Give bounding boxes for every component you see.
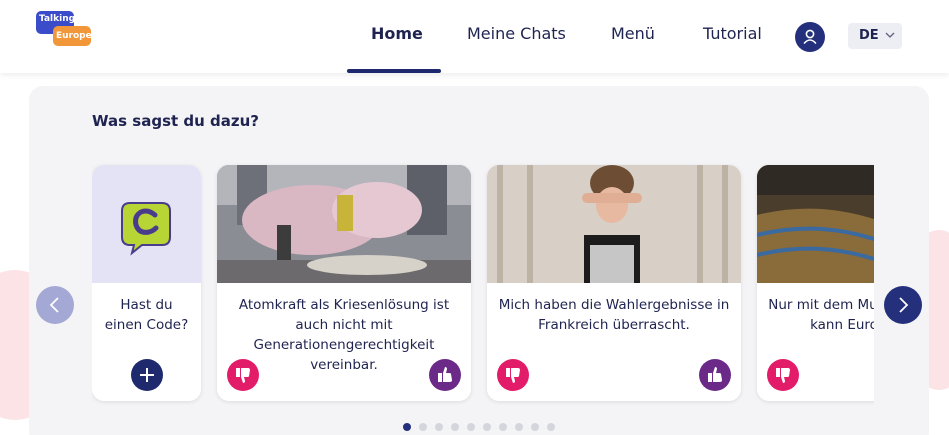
pagination-dot[interactable] [419, 423, 427, 431]
pagination-dot[interactable] [403, 423, 411, 431]
header: Talking Europe Home Meine Chats Menü Tut… [0, 0, 949, 73]
pagination-dot[interactable] [435, 423, 443, 431]
pagination-dot[interactable] [515, 423, 523, 431]
pagination-dot[interactable] [467, 423, 475, 431]
thumbs-up-button[interactable] [429, 359, 461, 391]
plus-icon [140, 368, 154, 382]
thumbs-down-button[interactable] [497, 359, 529, 391]
code-card-label: Hast du einen Code? [104, 297, 189, 333]
chat-c-icon [121, 202, 171, 256]
code-card[interactable]: Hast du einen Code? [92, 165, 201, 401]
protest-photo [217, 165, 471, 283]
pagination-dot[interactable] [451, 423, 459, 431]
section-title: Was sagst du dazu? [92, 112, 259, 130]
carousel: Hast du einen Code? Atomkraft als Kriese… [92, 160, 874, 410]
carousel-pagination [403, 423, 555, 431]
statement-card[interactable]: Nur mit dem Mut zur Veränderung kann Eur… [757, 165, 874, 401]
thumbs-down-icon [776, 368, 790, 383]
pagination-dot[interactable] [483, 423, 491, 431]
carousel-next-button[interactable] [884, 286, 922, 324]
chevron-down-icon [885, 32, 895, 38]
language-select[interactable]: DE [848, 23, 902, 49]
user-account-button[interactable] [795, 22, 825, 52]
code-card-header [92, 165, 201, 283]
thumbs-up-icon [708, 367, 722, 382]
statement-card[interactable]: Atomkraft als Kriesenlösung ist auch nic… [217, 165, 471, 401]
pagination-dot[interactable] [499, 423, 507, 431]
nav-menu[interactable]: Menü [611, 24, 655, 43]
thumbs-down-icon [506, 368, 520, 383]
thumbs-up-icon [438, 367, 452, 382]
thumbs-up-button[interactable] [699, 359, 731, 391]
statement-card[interactable]: Mich haben die Wahlergebnisse in Frankre… [487, 165, 741, 401]
nav-home[interactable]: Home [371, 24, 423, 43]
add-code-button[interactable] [131, 359, 163, 391]
statement-text: Mich haben die Wahlergebnisse in Frankre… [498, 297, 730, 333]
surprised-woman-photo [487, 165, 741, 283]
pagination-dot[interactable] [531, 423, 539, 431]
chevron-left-icon [49, 297, 59, 313]
nav-tutorial[interactable]: Tutorial [703, 24, 762, 43]
nav-my-chats[interactable]: Meine Chats [467, 24, 566, 43]
thumbs-down-icon [236, 368, 250, 383]
user-icon [803, 29, 817, 44]
carousel-prev-button[interactable] [36, 286, 74, 324]
chevron-right-icon [899, 297, 909, 313]
nav-active-indicator [347, 69, 441, 73]
statement-text: Nur mit dem Mut zur Veränderung kann Eur… [768, 297, 874, 333]
language-value: DE [859, 28, 879, 43]
thumbs-down-button[interactable] [767, 359, 799, 391]
thumbs-down-button[interactable] [227, 359, 259, 391]
pagination-dot[interactable] [547, 423, 555, 431]
statement-text: Atomkraft als Kriesenlösung ist auch nic… [238, 297, 450, 373]
parliament-photo [757, 165, 874, 283]
logo-text-europe: Europe [53, 26, 92, 46]
talking-europe-logo[interactable]: Talking Europe [36, 11, 92, 51]
